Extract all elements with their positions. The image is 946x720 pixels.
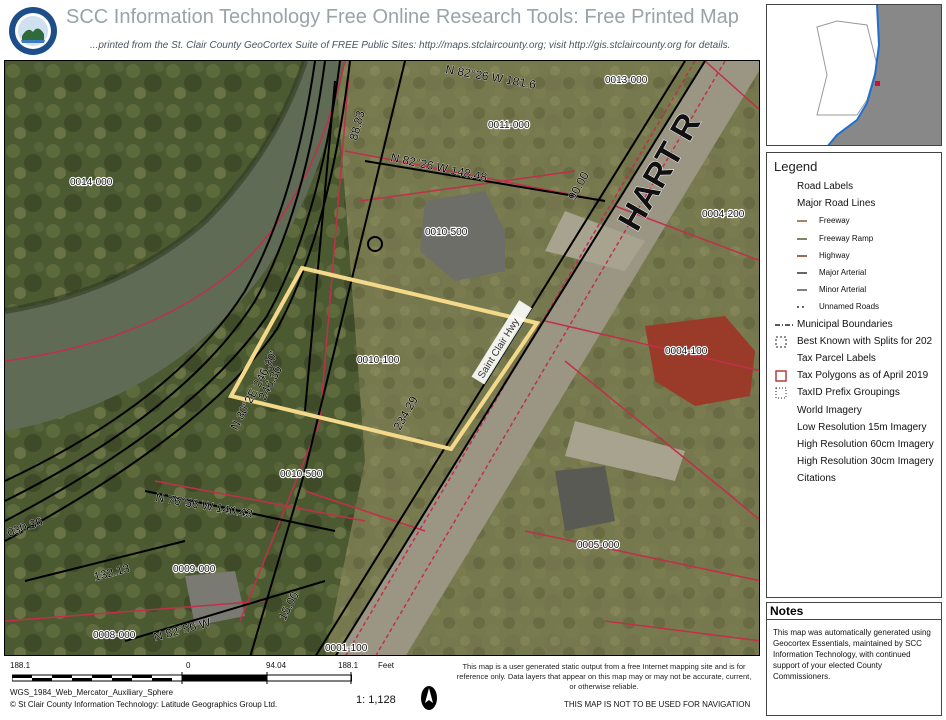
legend-symbol-icon (773, 404, 795, 418)
scale-bar (12, 672, 352, 684)
inset-location-marker (875, 81, 880, 86)
legend-item-label: Minor Arterial (819, 285, 867, 295)
parcel-label: 0004-200 (702, 209, 745, 220)
notes-title: Notes (767, 603, 941, 620)
legend-symbol-icon (775, 323, 793, 326)
legend-item-label: High Resolution 30cm Imagery (797, 456, 934, 468)
legend-item-label: TaxID Prefix Groupings (797, 387, 900, 399)
parcel-label: 0010-100 (357, 355, 400, 366)
legend-item: Tax Polygons as of April 2019 (773, 369, 941, 385)
legend-symbol-icon (773, 455, 795, 469)
legend-item: Citations (773, 472, 941, 488)
parcel-label: 0004-100 (665, 346, 708, 357)
scale-unit: Feet (378, 661, 395, 670)
legend-symbol-icon (797, 255, 807, 257)
legend-item-label: World Imagery (797, 404, 862, 416)
printed-map-page: SCC Information Technology Free Online R… (0, 0, 946, 720)
copyright-text: © St Clair County Information Technology… (10, 700, 278, 709)
inset-canvas (767, 5, 941, 145)
parcel-label: 0010-500 (280, 469, 323, 480)
legend-item-label: Citations (797, 473, 836, 485)
scale-mid-value: 94.04 (266, 661, 287, 670)
legend-symbol-icon (773, 421, 795, 435)
legend-item: Tax Parcel Labels (773, 352, 941, 368)
map-canvas: 0013-000 0011-000 0014-000 0010-500 0004… (5, 61, 759, 655)
legend-symbol-icon (797, 272, 807, 274)
legend-symbol-icon (797, 289, 807, 291)
parcel-label: 0010-500 (425, 227, 468, 238)
legend-item-label: Best Known with Splits for 202 (797, 335, 933, 347)
legend-item: Major Road Lines (773, 197, 941, 213)
scale-left-value: 188.1 (10, 661, 31, 670)
legend-symbol-icon (773, 180, 795, 194)
navigation-warning: THIS MAP IS NOT TO BE USED FOR NAVIGATIO… (564, 700, 751, 709)
legend-item: Freeway (773, 214, 941, 230)
notes-body: This map was automatically generated usi… (773, 628, 931, 681)
scale-right-value: 188.1 (338, 661, 359, 670)
map-header: SCC Information Technology Free Online R… (0, 0, 760, 60)
parcel-label: 0008-000 (93, 630, 136, 641)
map-subtitle: ...printed from the St. Clair County Geo… (90, 40, 731, 51)
legend-symbol-icon (773, 438, 795, 452)
legend-item-label: Freeway (819, 216, 850, 226)
notes-panel: Notes This map was automatically generat… (766, 602, 942, 716)
scale-zero-value: 0 (186, 661, 191, 670)
parcel-label: 0001-100 (325, 643, 368, 654)
main-map[interactable]: 0013-000 0011-000 0014-000 0010-500 0004… (4, 60, 760, 656)
legend-item: Low Resolution 15m Imagery (773, 421, 941, 437)
projection-text: WGS_1984_Web_Mercator_Auxiliary_Sphere (10, 688, 174, 697)
legend-title: Legend (774, 159, 818, 174)
legend-item-label: Low Resolution 15m Imagery (797, 421, 927, 433)
legend-item-label: Major Arterial (819, 268, 867, 277)
legend-item-label: Freeway Ramp (819, 233, 874, 243)
legend-item: Municipal Boundaries (773, 318, 941, 334)
legend-item: Best Known with Splits for 202 (773, 335, 941, 351)
legend-item: Minor Arterial (773, 283, 941, 299)
legend-item-label: Tax Parcel Labels (797, 353, 876, 364)
legend-item: TaxID Prefix Groupings (773, 386, 941, 402)
disclaimer-text: This map is a user generated static outp… (456, 662, 752, 691)
legend-item: Road Labels (773, 180, 941, 196)
legend-item-label: Municipal Boundaries (797, 318, 893, 330)
north-arrow-icon (421, 686, 437, 710)
legend-item: High Resolution 60cm Imagery (773, 438, 941, 454)
legend-symbol-icon (797, 306, 807, 309)
county-seal-logo (9, 7, 57, 55)
legend-symbol-icon (775, 387, 787, 399)
legend-item: Freeway Ramp (773, 232, 941, 248)
map-footer: 188.1 0 94.04 188.1 Feet WGS_1984_Web_Me… (4, 658, 760, 718)
legend-symbol-icon (797, 237, 807, 240)
parcel-label: 0005-000 (577, 540, 620, 551)
parcel-label: 0014-000 (70, 177, 113, 188)
legend-item: Major Arterial (773, 266, 941, 282)
legend-symbol-icon (773, 472, 795, 486)
legend-item: Highway (773, 249, 941, 265)
legend-item-label: Road Labels (797, 181, 854, 192)
legend-item-label: High Resolution 60cm Imagery (797, 439, 934, 450)
map-legend: Legend Road Labels Major Road Lines Freewa… (766, 152, 942, 598)
parcel-label: 0013-000 (605, 75, 648, 86)
legend-item-label: Major Road Lines (797, 198, 876, 210)
legend-symbol-icon (773, 352, 795, 366)
legend-symbol-icon (773, 197, 795, 211)
overview-inset-map[interactable] (766, 4, 942, 146)
legend-item: World Imagery (773, 404, 941, 420)
building-0005-000 (555, 466, 615, 531)
parcel-label: 0011-000 (488, 120, 530, 131)
legend-item-label: Tax Polygons as of April 2019 (797, 370, 929, 382)
legend-item-label: Highway (819, 250, 850, 260)
legend-symbol-icon (775, 370, 787, 382)
legend-item-label: Unnamed Roads (819, 302, 880, 312)
scale-ratio: 1: 1,128 (356, 694, 396, 706)
building-0009-000 (185, 571, 245, 626)
legend-item: Unnamed Roads (773, 300, 941, 316)
legend-item: High Resolution 30cm Imagery (773, 455, 941, 471)
legend-symbol-icon (797, 220, 807, 223)
map-title: SCC Information Technology Free Online R… (66, 6, 739, 28)
legend-symbol-icon (775, 336, 787, 348)
parcel-label: 0009-000 (173, 564, 216, 575)
